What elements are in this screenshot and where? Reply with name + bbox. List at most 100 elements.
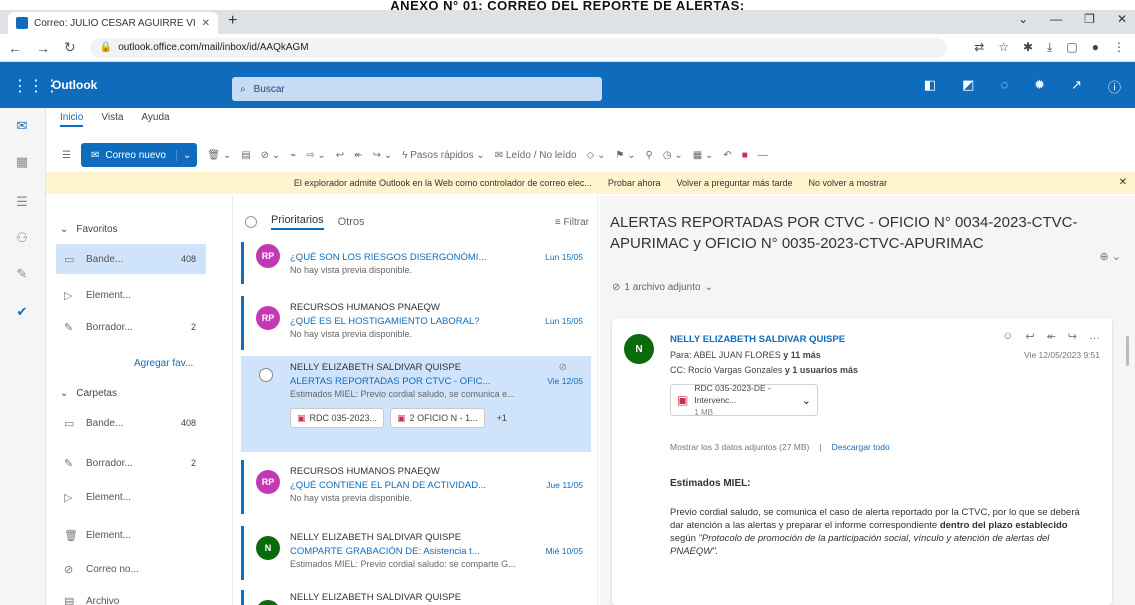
sweep-icon[interactable]: ⌁ — [290, 150, 296, 161]
close-icon[interactable]: ✕ — [1119, 177, 1127, 188]
tag-icon[interactable]: ◇ ⌄ — [587, 150, 606, 161]
reply-all-icon[interactable]: ↞ — [354, 150, 362, 161]
reply-icon[interactable]: ↩ — [336, 150, 344, 161]
reply-icon[interactable]: ↩ — [1025, 330, 1034, 343]
add-favorite-link[interactable]: Agregar fav... — [134, 358, 193, 369]
folder-deleted-favorite[interactable]: ▷ Element... — [56, 280, 206, 310]
recipients-cc[interactable]: CC: Rocío Vargas Gonzales y 1 usuarios m… — [670, 365, 858, 375]
close-tab-icon[interactable]: ✕ — [202, 18, 210, 29]
folder-drafts[interactable]: ✎ Borrador... 2 — [56, 448, 206, 478]
report-icon[interactable]: ⊘ ⌄ — [261, 150, 281, 161]
folder-archive[interactable]: ▤ Archivo — [56, 586, 206, 605]
people-icon[interactable]: ☰ — [14, 194, 30, 210]
menu-icon[interactable]: ⋮ — [1113, 40, 1125, 55]
folder-inbox-favorite[interactable]: ▭ Bande... 408 — [56, 244, 206, 274]
star-icon[interactable]: ☆ — [998, 40, 1009, 55]
browser-tab[interactable]: Correo: JULIO CESAR AGUIRRE VI ✕ — [8, 12, 218, 34]
mail-icon[interactable]: ✉ — [14, 118, 30, 134]
chevron-down-icon[interactable]: ⌄ — [1018, 12, 1028, 26]
tab-vista[interactable]: Vista — [101, 112, 123, 127]
attachment-summary[interactable]: ⊘ 1 archivo adjunto ⌄ — [612, 282, 713, 293]
list-item[interactable]: RP ¿QUÉ SON LOS RIESGOS DISERGONÓMI... L… — [241, 242, 591, 284]
chevron-down-icon[interactable]: ⌄ — [175, 149, 197, 161]
favorites-header[interactable]: ⌄ Favoritos — [60, 224, 118, 235]
folder-inbox[interactable]: ▭ Bande... 408 — [56, 408, 206, 438]
undo-icon[interactable]: ↶ — [723, 150, 731, 161]
url-field[interactable]: 🔒 outlook.office.com/mail/inbox/id/AAQkA… — [89, 37, 947, 58]
zoom-icon[interactable]: ⊕ ⌄ — [1100, 250, 1122, 263]
todo-icon[interactable]: ✔ — [14, 304, 30, 320]
new-tab-icon[interactable]: + — [228, 12, 237, 30]
tab-inicio[interactable]: Inicio — [60, 112, 84, 127]
sender-name[interactable]: NELLY ELIZABETH SALDIVAR QUISPE — [670, 334, 845, 345]
apps-icon[interactable]: ▦ ⌄ — [693, 150, 714, 161]
minimize-icon[interactable]: — — [1050, 12, 1062, 26]
megaphone-icon[interactable]: ↗ — [1071, 77, 1082, 96]
back-icon[interactable]: ← — [8, 40, 22, 56]
list-item[interactable]: N NELLY ELIZABETH SALDIVAR QUISPE COMPAR… — [241, 526, 591, 580]
snooze-icon[interactable]: ◷ ⌄ — [663, 150, 683, 161]
translate-icon[interactable]: ⇄ — [974, 40, 984, 55]
quick-steps-button[interactable]: ϟ Pasos rápidos ⌄ — [402, 150, 485, 161]
read-unread-button[interactable]: ✉ Leído / No leído — [495, 150, 577, 161]
list-item[interactable]: RP RECURSOS HUMANOS PNAEQW ¿QUÉ ES EL HO… — [241, 296, 591, 350]
maximize-icon[interactable]: ❐ — [1084, 12, 1095, 26]
list-item[interactable]: RP RECURSOS HUMANOS PNAEQW ¿QUÉ CONTIENE… — [241, 460, 591, 514]
banner-later-button[interactable]: Volver a preguntar más tarde — [676, 178, 792, 188]
recipients-to[interactable]: Para: ABEL JUAN FLORES y 11 más — [670, 350, 821, 360]
close-window-icon[interactable]: ✕ — [1117, 12, 1127, 26]
tab-focused[interactable]: Prioritarios — [271, 214, 324, 230]
message-checkbox[interactable] — [259, 368, 273, 382]
pin-icon[interactable]: ⚲ — [646, 150, 653, 161]
chat-icon[interactable]: ◩ — [962, 77, 974, 96]
reaction-icon[interactable]: ☺ — [1002, 330, 1013, 343]
show-attachments-link[interactable]: Mostrar los 3 datos adjuntos (27 MB) — [670, 442, 809, 452]
attach-icon[interactable]: ✎ — [14, 266, 30, 282]
more-icon[interactable]: … — [1089, 330, 1100, 343]
reply-all-icon[interactable]: ↞ — [1047, 330, 1056, 343]
tab-other[interactable]: Otros — [338, 216, 365, 228]
download-all-link[interactable]: Descargar todo — [832, 442, 890, 452]
folder-sent[interactable]: ▷ Element... — [56, 482, 206, 512]
sidepanel-icon[interactable]: ▢ — [1066, 40, 1077, 55]
attachment-card[interactable]: ▣ RDC 035-2023-DE - Intervenc... 1 MB ⌄ — [670, 383, 818, 417]
list-item-selected[interactable]: NELLY ELIZABETH SALDIVAR QUISPE ⊘ ALERTA… — [241, 356, 591, 452]
tab-ayuda[interactable]: Ayuda — [141, 112, 169, 127]
hamburger-icon[interactable]: ☰ — [62, 150, 71, 161]
reload-icon[interactable]: ↻ — [64, 39, 76, 56]
addin-icon[interactable]: ■ — [742, 150, 748, 161]
profile-icon[interactable]: ● — [1092, 40, 1099, 55]
extensions-icon[interactable]: ✱ — [1023, 40, 1033, 55]
delete-icon[interactable]: 🗑 ⌄ — [207, 150, 231, 161]
folder-deleted[interactable]: 🗑 Element... — [56, 520, 206, 550]
move-icon[interactable]: ⇨ ⌄ — [306, 150, 326, 161]
reading-scrollbar[interactable] — [1126, 336, 1129, 366]
folder-drafts-favorite[interactable]: ✎ Borrador... 2 — [56, 312, 206, 342]
help-icon[interactable]: ⓘ — [1108, 77, 1121, 96]
banner-never-button[interactable]: No volver a mostrar — [809, 178, 888, 188]
select-all-checkbox[interactable] — [245, 216, 257, 228]
teams-icon[interactable]: ◧ — [924, 77, 936, 96]
chevron-down-icon[interactable]: ⌄ — [802, 394, 811, 407]
forward-icon[interactable]: ↪ ⌄ — [373, 150, 393, 161]
filter-button[interactable]: ≡ Filtrar — [555, 217, 589, 228]
new-mail-button[interactable]: ✉ Correo nuevo ⌄ — [80, 143, 198, 167]
groups-icon[interactable]: ⚇ — [14, 230, 30, 246]
folders-header[interactable]: ⌄ Carpetas — [60, 388, 117, 399]
forward-icon[interactable]: ↪ — [1068, 330, 1077, 343]
download-icon[interactable]: ⤓ — [1047, 40, 1052, 55]
bell-icon[interactable]: ◌ — [1000, 77, 1008, 96]
more-icon[interactable]: — — [758, 150, 768, 161]
search-box[interactable]: ⌕ Buscar — [232, 77, 602, 101]
more-attachments[interactable]: +1 — [491, 408, 513, 428]
attachment-chip[interactable]: ▣ RDC 035-2023... — [290, 408, 385, 428]
archive-icon[interactable]: ▤ — [241, 150, 250, 161]
gear-icon[interactable]: ✹ — [1034, 77, 1045, 96]
folder-junk[interactable]: ⊘ Correo no... — [56, 554, 206, 584]
calendar-icon[interactable]: ▦ — [14, 154, 30, 170]
banner-try-button[interactable]: Probar ahora — [608, 178, 661, 188]
attachment-chip[interactable]: ▣ 2 OFICIO N - 1... — [390, 408, 485, 428]
forward-icon[interactable]: → — [36, 40, 50, 56]
flag-icon[interactable]: ⚑ ⌄ — [615, 150, 635, 161]
list-item[interactable]: N NELLY ELIZABETH SALDIVAR QUISPE — [241, 590, 591, 605]
